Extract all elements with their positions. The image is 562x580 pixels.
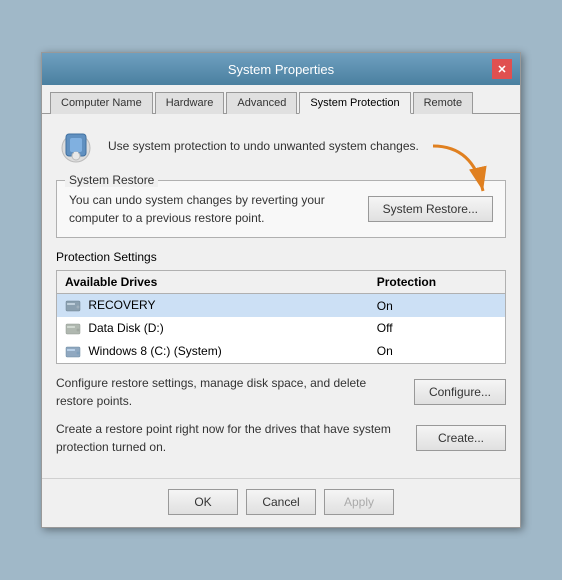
restore-description: You can undo system changes by reverting… [69, 191, 358, 227]
system-restore-button[interactable]: System Restore... [368, 196, 493, 222]
protection-status: On [369, 340, 506, 363]
sys-drive-icon [65, 345, 81, 359]
create-row: Create a restore point right now for the… [56, 420, 506, 456]
tab-computer-name[interactable]: Computer Name [50, 92, 153, 114]
tabs-container: Computer Name Hardware Advanced System P… [42, 85, 520, 114]
protection-status: Off [369, 317, 506, 340]
system-restore-group: System Restore You can undo system chang… [56, 180, 506, 238]
restore-section: You can undo system changes by reverting… [69, 191, 493, 227]
drive-name: Windows 8 (C:) (System) [57, 340, 369, 363]
create-button[interactable]: Create... [416, 425, 506, 451]
system-restore-btn-container: System Restore... [368, 196, 493, 222]
drive-name: Data Disk (D:) [57, 317, 369, 340]
ok-button[interactable]: OK [168, 489, 238, 515]
system-properties-window: System Properties ✕ Computer Name Hardwa… [41, 52, 521, 527]
drives-table: Available Drives Protection RECOVERY [56, 270, 506, 363]
configure-row: Configure restore settings, manage disk … [56, 374, 506, 410]
col-protection: Protection [369, 271, 506, 294]
drive-name: RECOVERY [57, 294, 369, 317]
configure-button[interactable]: Configure... [414, 379, 506, 405]
protection-status: On [369, 294, 506, 317]
create-text: Create a restore point right now for the… [56, 420, 406, 456]
footer: OK Cancel Apply [42, 478, 520, 527]
window-title: System Properties [70, 62, 492, 77]
disk-icon [65, 322, 81, 336]
cancel-button[interactable]: Cancel [246, 489, 316, 515]
shield-icon [56, 126, 96, 166]
tab-advanced[interactable]: Advanced [226, 92, 297, 114]
table-row[interactable]: Data Disk (D:) Off [57, 317, 506, 340]
apply-button[interactable]: Apply [324, 489, 394, 515]
tab-system-protection[interactable]: System Protection [299, 92, 410, 114]
tab-hardware[interactable]: Hardware [155, 92, 225, 114]
table-row[interactable]: RECOVERY On [57, 294, 506, 317]
close-button[interactable]: ✕ [492, 59, 512, 79]
header-description: Use system protection to undo unwanted s… [108, 139, 419, 153]
protection-settings-label: Protection Settings [56, 250, 506, 264]
title-bar: System Properties ✕ [42, 53, 520, 85]
col-available-drives: Available Drives [57, 271, 369, 294]
configure-text: Configure restore settings, manage disk … [56, 374, 404, 410]
protection-settings-section: Protection Settings Available Drives Pro… [56, 250, 506, 455]
system-restore-label: System Restore [65, 173, 158, 187]
tab-remote[interactable]: Remote [413, 92, 474, 114]
table-row[interactable]: Windows 8 (C:) (System) On [57, 340, 506, 363]
hdd-icon [65, 299, 81, 313]
content-area: Use system protection to undo unwanted s… [42, 114, 520, 477]
header-section: Use system protection to undo unwanted s… [56, 126, 506, 166]
